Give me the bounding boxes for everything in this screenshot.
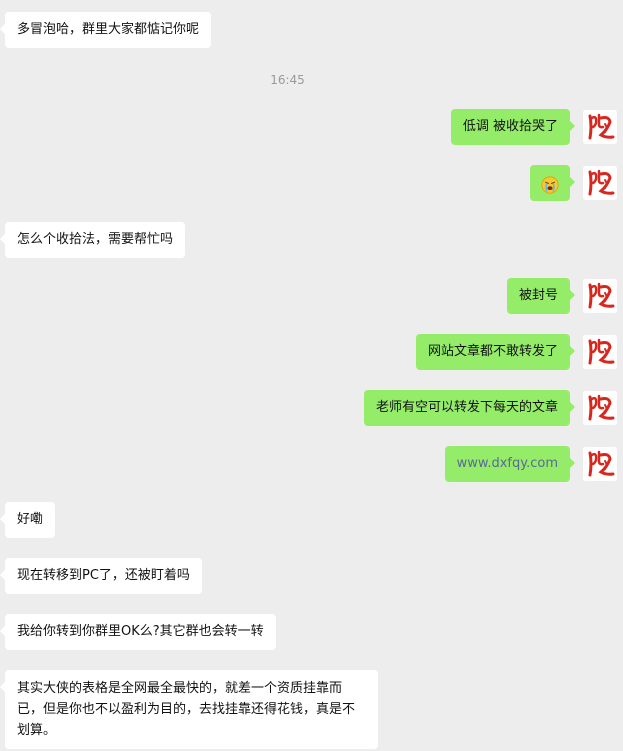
crying-face-emoji-icon [541,173,559,194]
avatar[interactable] [583,447,617,481]
avatar[interactable] [583,335,617,369]
calligraphy-avatar-icon [583,447,617,481]
message-text: 怎么个收拾法，需要帮忙吗 [17,232,174,247]
message-bubble-incoming[interactable]: 我给你转到你群里OK么?其它群也会转一转 [0,614,276,650]
message-text: 现在转移到PC了，还被盯着吗 [17,568,190,583]
message-bubble-outgoing[interactable]: 老师有空可以转发下每天的文章 [363,390,576,426]
message-bubble-outgoing[interactable]: 被封号 [506,278,576,314]
calligraphy-avatar-icon [583,391,617,425]
message-text: 老师有空可以转发下每天的文章 [375,400,558,415]
message-bubble-outgoing[interactable]: 低调 被收拾哭了 [450,109,576,145]
calligraphy-avatar-icon [583,166,617,200]
message-text: 其实大侠的表格是全网最全最快的，就差一个资质挂靠而已，但是你也不以盈利为目的，去… [17,681,356,738]
message-text: 多冒泡哈，群里大家都惦记你呢 [17,22,200,37]
message-timestamp: 16:45 [270,73,305,87]
message-bubble-outgoing[interactable]: 网站文章都不敢转发了 [415,334,576,370]
message-text: 被封号 [518,288,558,303]
message-text: 我给你转到你群里OK么?其它群也会转一转 [17,624,264,639]
message-bubble-incoming[interactable]: 其实大侠的表格是全网最全最快的，就差一个资质挂靠而已，但是你也不以盈利为目的，去… [0,670,378,749]
avatar[interactable] [583,110,617,144]
message-bubble-incoming[interactable]: 好嘞 [0,502,56,538]
calligraphy-avatar-icon [583,110,617,144]
chat-message-list[interactable]: 多冒泡哈，群里大家都惦记你呢 16:45 低调 被收拾哭了 怎么个收拾法，需要帮… [0,0,623,751]
avatar[interactable] [583,391,617,425]
message-bubble-incoming[interactable]: 现在转移到PC了，还被盯着吗 [0,558,202,594]
calligraphy-avatar-icon [583,335,617,369]
message-bubble-outgoing[interactable] [530,165,575,201]
message-link[interactable]: www.dxfqy.com [457,456,558,471]
avatar[interactable] [583,166,617,200]
calligraphy-avatar-icon [583,279,617,313]
avatar[interactable] [583,279,617,313]
message-text: 网站文章都不敢转发了 [427,344,558,359]
message-bubble-outgoing[interactable]: www.dxfqy.com [444,446,576,482]
message-text: 低调 被收拾哭了 [462,119,558,134]
message-bubble-incoming[interactable]: 多冒泡哈，群里大家都惦记你呢 [0,12,212,48]
message-text: 好嘞 [17,512,44,527]
message-bubble-incoming[interactable]: 怎么个收拾法，需要帮忙吗 [0,222,186,258]
